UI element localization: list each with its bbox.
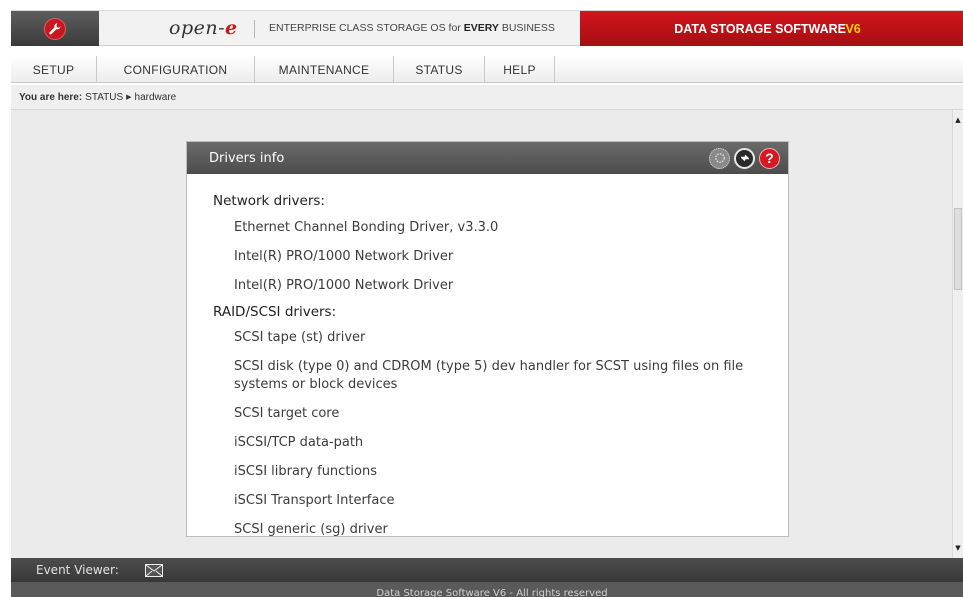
wrench-icon	[44, 17, 66, 40]
mail-icon[interactable]	[144, 563, 163, 577]
logo-e: e	[225, 17, 238, 39]
nav-configuration[interactable]: CONFIGURATION	[97, 56, 255, 83]
nav-setup[interactable]: SETUP	[11, 56, 97, 83]
logo-divider	[254, 20, 255, 38]
breadcrumb: You are here: STATUS ▶ hardware	[11, 85, 963, 110]
driver-item: iSCSI/TCP data-path	[234, 435, 364, 450]
event-viewer-bar: Event Viewer:	[11, 558, 963, 582]
footer: Data Storage Software V6 - All rights re…	[11, 582, 963, 597]
tagline: ENTERPRISE CLASS STORAGE OS for EVERY BU…	[269, 22, 555, 34]
driver-item: SCSI generic (sg) driver	[234, 522, 388, 537]
breadcrumb-arrow-icon: ▶	[126, 94, 132, 101]
panel-header: Drivers info ?	[187, 142, 788, 174]
scrollbar-thumb[interactable]	[954, 208, 962, 290]
nav-status[interactable]: STATUS	[394, 56, 485, 83]
tagline-prefix: ENTERPRISE CLASS STORAGE OS for	[269, 22, 464, 34]
driver-item: Ethernet Channel Bonding Driver, v3.3.0	[234, 219, 499, 235]
breadcrumb-page: hardware	[134, 91, 177, 103]
brand-banner: DATA STORAGE SOFTWARE V6	[580, 11, 963, 46]
footer-text: Data Storage Software V6 - All rights re…	[376, 588, 608, 597]
drivers-panel: Drivers info ? Network drivers: Ethernet…	[186, 141, 789, 537]
section-heading-network: Network drivers:	[213, 193, 325, 209]
refresh-icon[interactable]	[734, 147, 755, 169]
main-nav: SETUP CONFIGURATION MAINTENANCE STATUS H…	[11, 56, 963, 83]
scroll-down-arrow-icon[interactable]: ▼	[953, 542, 963, 554]
tagline-bold: EVERY	[463, 22, 499, 34]
scroll-up-arrow-icon[interactable]: ▲	[953, 114, 963, 126]
brand-text: DATA STORAGE SOFTWARE	[674, 21, 850, 36]
brand-version: V6	[845, 21, 861, 36]
breadcrumb-section[interactable]: STATUS	[85, 92, 123, 103]
top-header: open-e ENTERPRISE CLASS STORAGE OS for E…	[11, 10, 963, 46]
breadcrumb-prefix: You are here:	[19, 91, 83, 103]
driver-item: Intel(R) PRO/1000 Network Driver	[234, 248, 454, 264]
open-e-logo: open-e	[169, 17, 238, 39]
driver-item: iSCSI library functions	[234, 464, 377, 479]
panel-title: Drivers info	[209, 150, 285, 166]
driver-item: SCSI tape (st) driver	[234, 330, 366, 345]
driver-item: SCSI target core	[234, 406, 340, 421]
gear-icon[interactable]	[709, 147, 730, 169]
help-icon[interactable]: ?	[759, 147, 780, 169]
driver-item: SCSI disk (type 0) and CDROM (type 5) de…	[234, 359, 744, 392]
panel-body: Network drivers: Ethernet Channel Bondin…	[187, 174, 788, 539]
tagline-suffix: BUSINESS	[498, 22, 555, 34]
logo-text: open-	[169, 17, 226, 39]
content-area: Drivers info ? Network drivers: Ethernet…	[11, 110, 952, 558]
panel-header-icons: ?	[709, 147, 780, 169]
event-viewer-label: Event Viewer:	[36, 563, 119, 577]
driver-item: Intel(R) PRO/1000 Network Driver	[234, 277, 454, 293]
nav-help[interactable]: HELP	[485, 56, 555, 83]
tools-button[interactable]	[11, 11, 99, 46]
vertical-scrollbar[interactable]: ▲ ▼	[952, 110, 963, 558]
nav-maintenance[interactable]: MAINTENANCE	[255, 56, 394, 83]
section-heading-raid-scsi: RAID/SCSI drivers:	[213, 303, 337, 320]
driver-item: iSCSI Transport Interface	[234, 493, 395, 508]
